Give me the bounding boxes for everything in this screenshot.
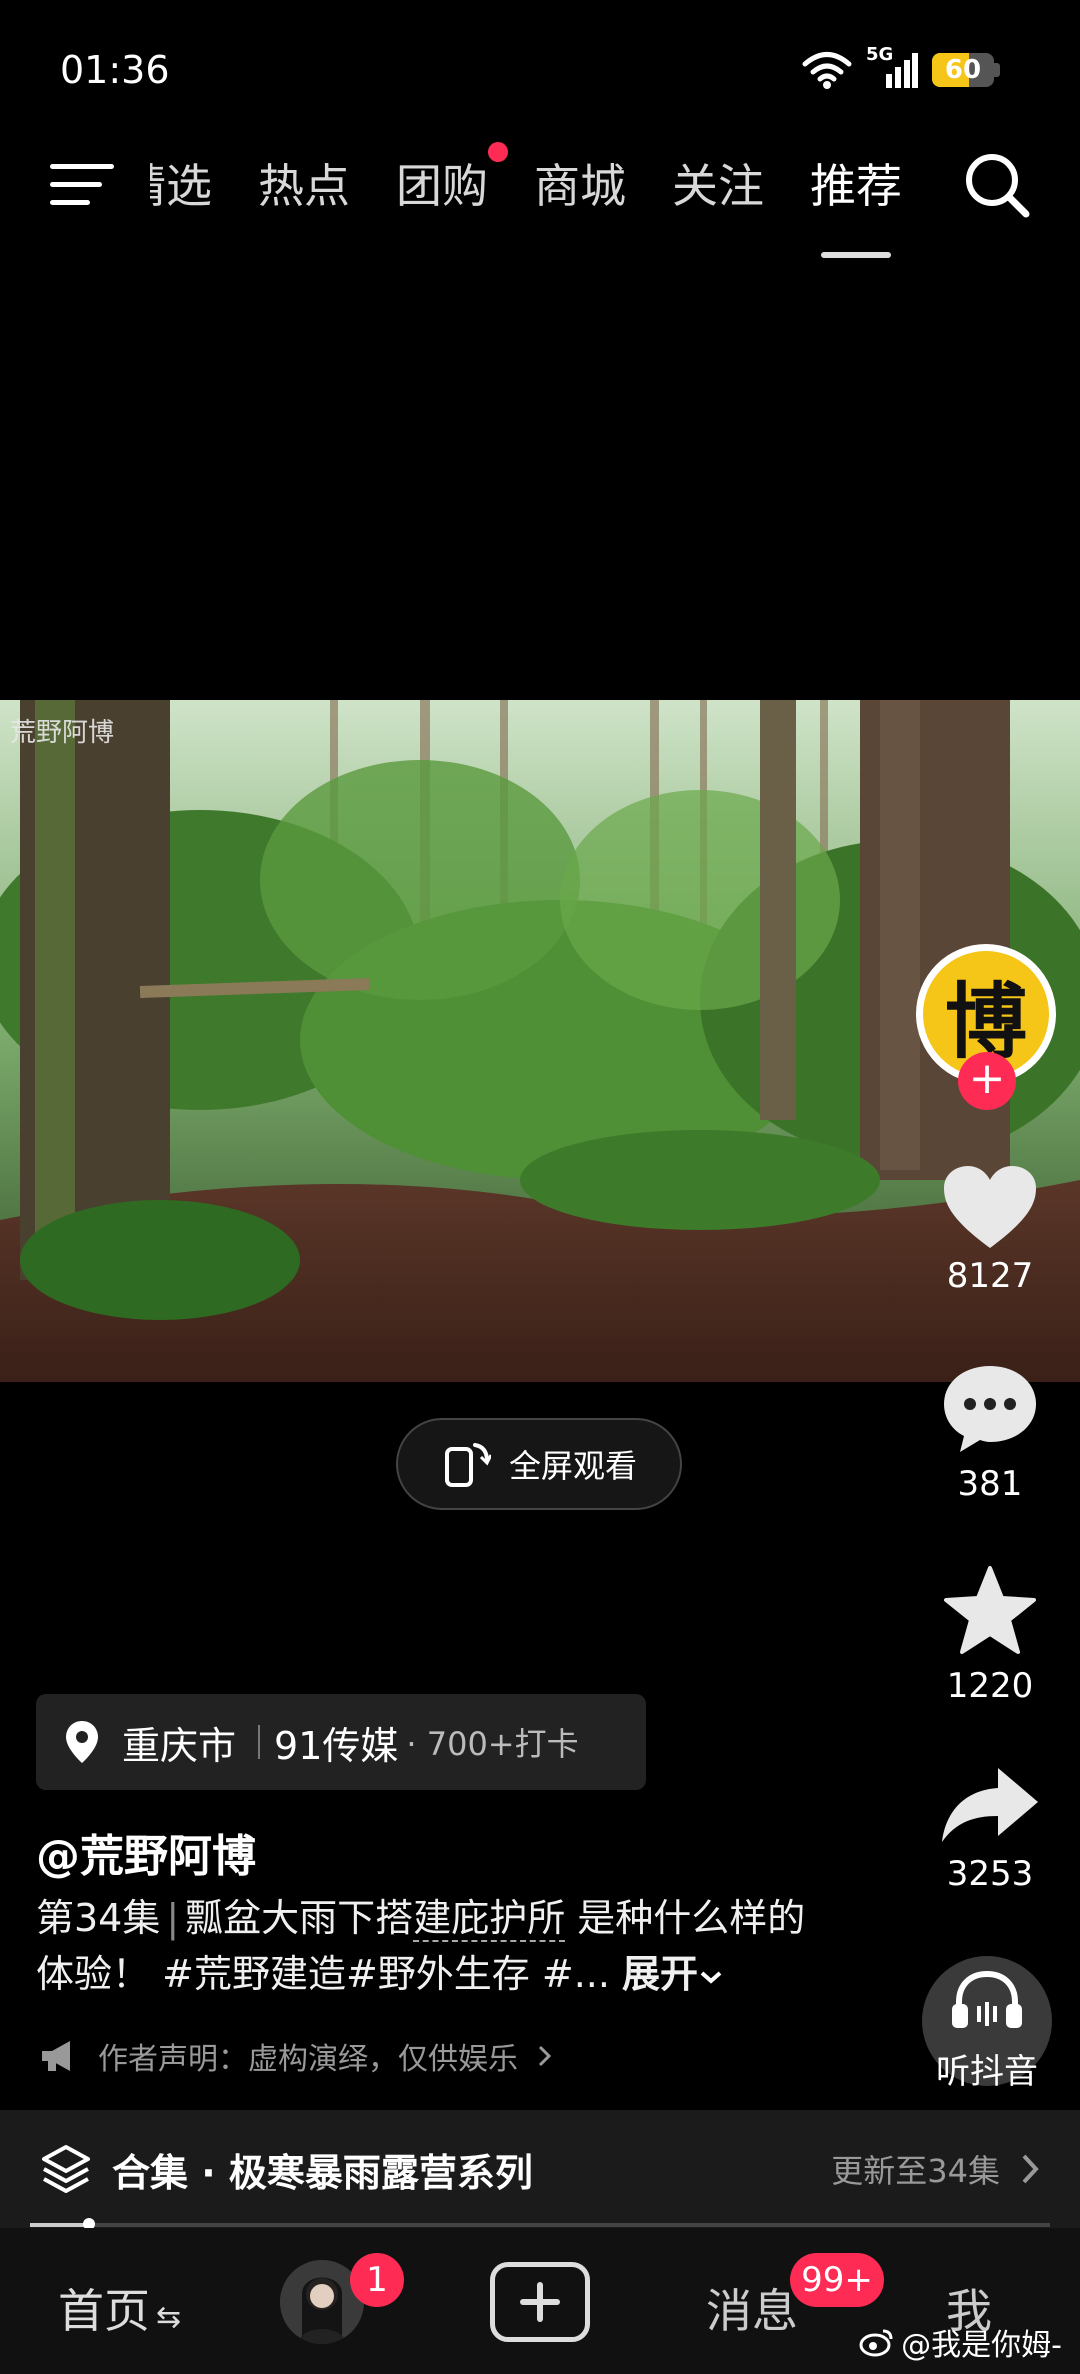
search-keyword-link[interactable]: 建庇护所 bbox=[413, 1896, 566, 1942]
tab-recommended[interactable]: 推荐 bbox=[810, 150, 902, 258]
video-progress-bar[interactable] bbox=[30, 2218, 1050, 2230]
tab-label: 推荐 bbox=[810, 159, 902, 213]
favorite-button[interactable]: 1220 bbox=[920, 1564, 1060, 1706]
comment-icon bbox=[944, 1366, 1036, 1452]
top-tabs: 精选 热点 团购 商城 关注 推荐 bbox=[150, 142, 902, 258]
chevron-down-icon bbox=[700, 1971, 722, 1984]
nav-messages-label: 消息 bbox=[706, 2284, 798, 2338]
collection-title: 合集 · 极寒暴雨露营系列 bbox=[112, 2150, 533, 2195]
follow-button[interactable]: + bbox=[958, 1052, 1016, 1110]
source-watermark: @我是你姆- bbox=[859, 2320, 1062, 2364]
expand-button[interactable]: 展开 bbox=[622, 1952, 724, 1996]
tab-group-buy[interactable]: 团购 bbox=[396, 142, 508, 216]
share-icon bbox=[942, 1768, 1038, 1842]
wifi-icon bbox=[802, 52, 852, 89]
tab-mall[interactable]: 商城 bbox=[534, 150, 626, 216]
battery-level: 60 bbox=[944, 55, 982, 85]
favorite-count: 1220 bbox=[946, 1666, 1034, 1706]
headphones-icon bbox=[952, 1970, 1022, 2028]
star-icon bbox=[944, 1566, 1036, 1654]
chevron-right-icon bbox=[538, 2045, 552, 2067]
credit-text: @我是你姆- bbox=[901, 2328, 1062, 2363]
heart-icon bbox=[944, 1166, 1036, 1248]
collection-update: 更新至34集 bbox=[831, 2152, 1000, 2190]
comment-count: 381 bbox=[957, 1464, 1023, 1504]
chevron-right-icon bbox=[1022, 2154, 1039, 2184]
fullscreen-button[interactable]: 全屏观看 bbox=[396, 1418, 682, 1510]
status-time: 01:36 bbox=[60, 48, 170, 92]
nav-messages[interactable]: 消息 bbox=[706, 2275, 798, 2341]
nav-home-label: 首页 bbox=[58, 2284, 150, 2338]
location-place: 91传媒 bbox=[274, 1723, 399, 1768]
video-player[interactable] bbox=[0, 700, 1080, 1382]
post-description[interactable]: 第34集 | 瓢盆大雨下搭建庇护所 是种什么样的体验！ #荒野建造#野外生存 #..… bbox=[36, 1890, 836, 2002]
share-button[interactable]: 3253 bbox=[920, 1764, 1060, 1894]
plus-icon bbox=[520, 2282, 560, 2322]
rotate-phone-icon bbox=[444, 1443, 491, 1487]
episode-label: 第34集 bbox=[36, 1896, 161, 1940]
tab-hot[interactable]: 热点 bbox=[258, 150, 350, 216]
battery-icon: 60 bbox=[932, 53, 994, 87]
active-tab-indicator bbox=[821, 252, 891, 258]
nav-home[interactable]: 首页 ⇆ bbox=[58, 2275, 181, 2341]
hashtags[interactable]: #荒野建造#野外生存 #... bbox=[162, 1952, 610, 1996]
tab-following[interactable]: 关注 bbox=[672, 150, 764, 216]
author-disclaimer[interactable]: 作者声明：虚构演绎，仅供娱乐 bbox=[40, 2034, 554, 2078]
search-icon[interactable] bbox=[962, 150, 1032, 220]
layers-icon bbox=[42, 2145, 90, 2193]
progress-fill bbox=[30, 2223, 90, 2227]
comment-button[interactable]: 381 bbox=[920, 1362, 1060, 1504]
collection-bar[interactable]: 合集 · 极寒暴雨露营系列 更新至34集 bbox=[0, 2110, 1080, 2228]
friends-badge: 1 bbox=[350, 2253, 404, 2307]
tab-featured[interactable]: 精选 bbox=[150, 150, 212, 216]
video-watermark: 荒野阿博 bbox=[10, 718, 115, 748]
location-chip[interactable]: 重庆市 91传媒 · 700+打卡 bbox=[36, 1694, 646, 1790]
tab-label: 精选 bbox=[150, 159, 212, 213]
menu-icon[interactable] bbox=[50, 162, 114, 208]
tab-label: 关注 bbox=[672, 159, 764, 213]
title-text: 瓢盆大雨下搭 bbox=[185, 1896, 414, 1940]
like-count: 8127 bbox=[946, 1256, 1034, 1296]
status-icons: 5G 60 bbox=[802, 44, 1000, 90]
create-button[interactable] bbox=[490, 2262, 590, 2342]
swap-icon: ⇆ bbox=[156, 2300, 182, 2335]
tab-label: 热点 bbox=[258, 159, 350, 213]
checkin-count: · 700+打卡 bbox=[406, 1725, 579, 1763]
tab-label: 团购 bbox=[396, 159, 488, 213]
messages-badge: 99+ bbox=[790, 2253, 884, 2307]
like-button[interactable]: 8127 bbox=[920, 1164, 1060, 1296]
weibo-icon bbox=[859, 2329, 893, 2357]
listen-label: 听抖音 bbox=[936, 2052, 1038, 2092]
author-name[interactable]: @荒野阿博 bbox=[36, 1820, 256, 1884]
signal-icon: 5G bbox=[866, 44, 918, 90]
expand-label: 展开 bbox=[622, 1952, 699, 1996]
notification-dot bbox=[488, 142, 508, 162]
share-count: 3253 bbox=[946, 1854, 1034, 1894]
megaphone-icon bbox=[42, 2041, 70, 2071]
tab-label: 商城 bbox=[534, 159, 626, 213]
fullscreen-label: 全屏观看 bbox=[508, 1447, 637, 1485]
location-city: 重庆市 bbox=[122, 1723, 237, 1768]
location-pin-icon bbox=[66, 1721, 98, 1763]
disclaimer-text: 作者声明：虚构演绎，仅供娱乐 bbox=[98, 2042, 518, 2077]
divider bbox=[258, 1725, 261, 1759]
